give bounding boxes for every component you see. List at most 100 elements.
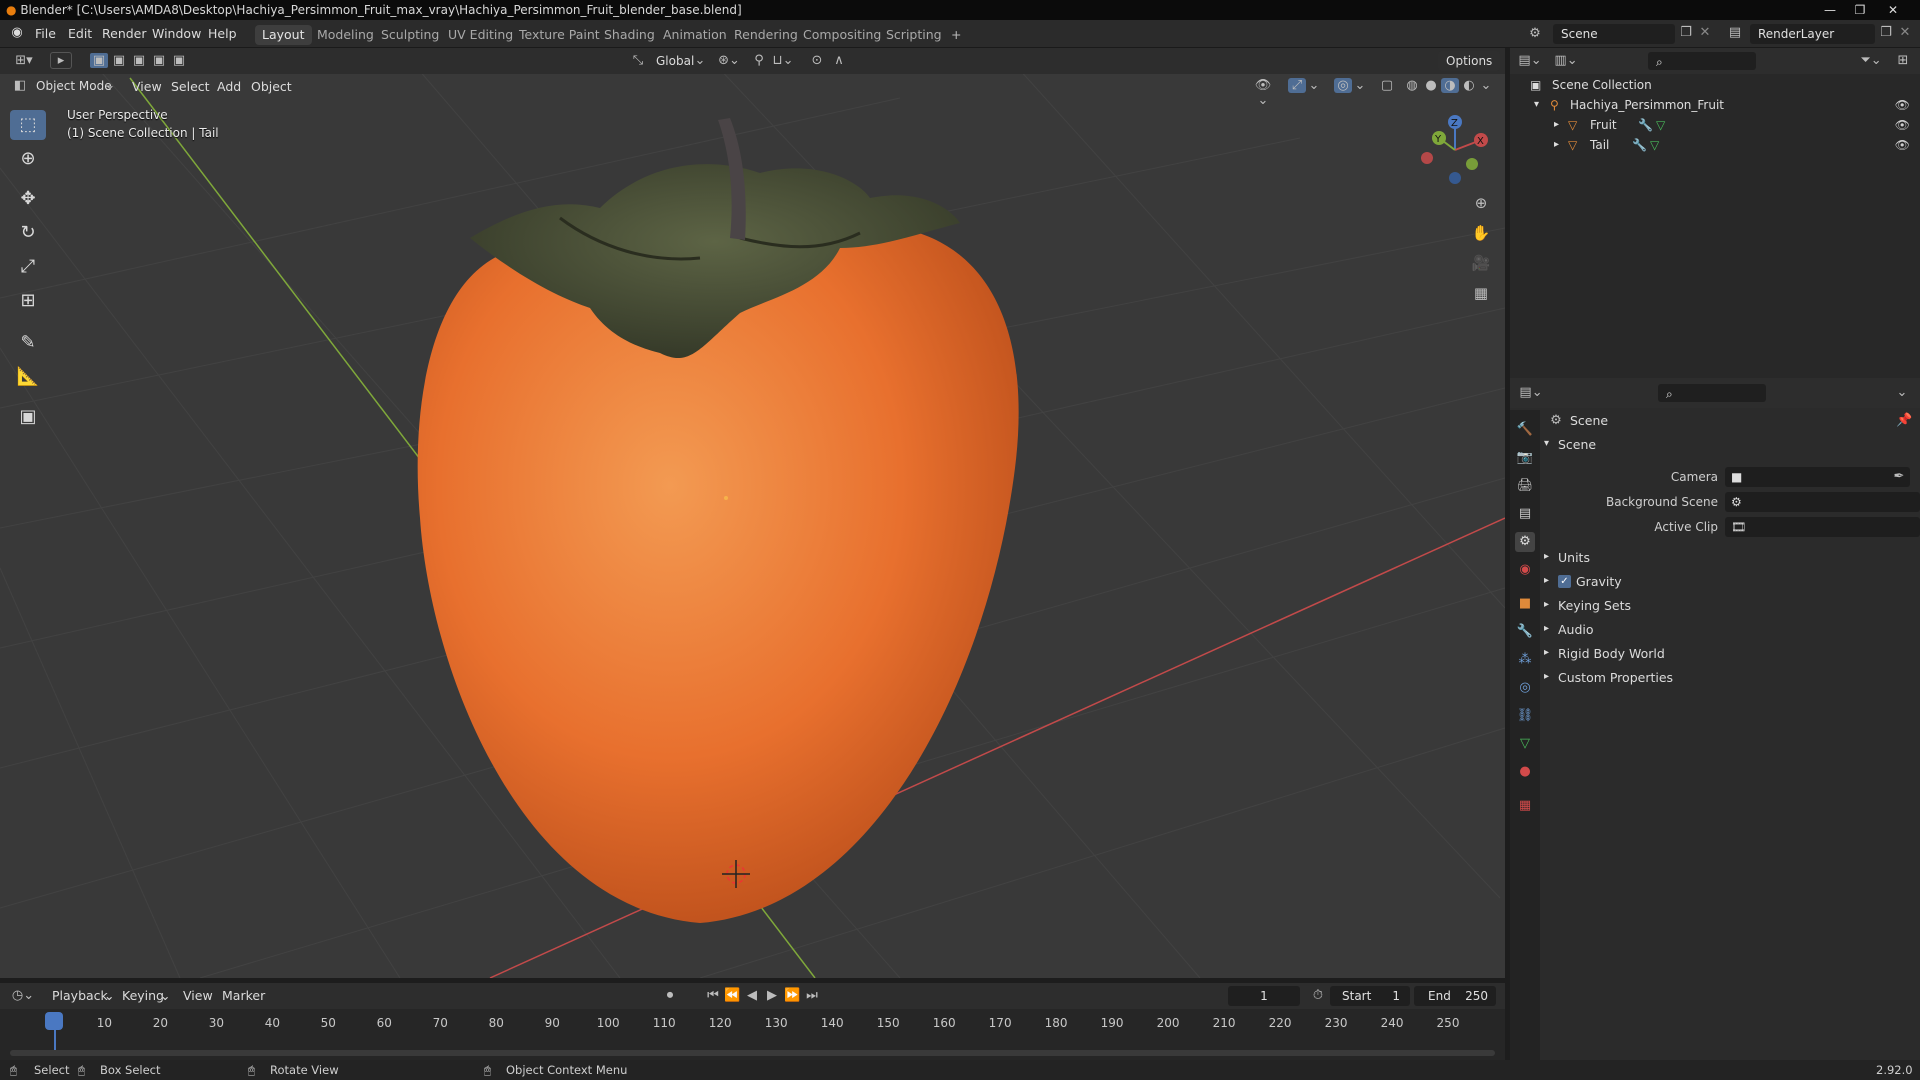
navigation-gizmo[interactable]: Z X Y xyxy=(1415,110,1495,190)
scene-tab-icon[interactable]: ⚙ xyxy=(1515,532,1535,552)
timeline-view-menu[interactable]: View xyxy=(183,987,213,1005)
visibility-eye-icon[interactable]: 👁 xyxy=(1895,95,1910,115)
end-frame-field[interactable]: End 250 xyxy=(1414,986,1496,1006)
display-mode-icon[interactable]: ▥⌄ xyxy=(1554,53,1578,68)
snap-icon[interactable]: ⚲ xyxy=(750,53,768,68)
world-tab-icon[interactable]: ◉ xyxy=(1515,560,1535,580)
scene-panel-arrow-icon[interactable]: ▾ xyxy=(1544,438,1549,449)
new-layer-icon[interactable]: ❐ xyxy=(1878,25,1894,40)
zoom-view-icon[interactable]: ⊕ xyxy=(1470,194,1492,212)
editor-type-icon[interactable]: ⊞▾ xyxy=(10,53,38,68)
new-collection-icon[interactable]: ⊞ xyxy=(1894,53,1912,68)
camera-field[interactable]: ■ xyxy=(1725,467,1910,487)
3d-viewport[interactable] xyxy=(0,48,1505,978)
custom-props-arrow-icon[interactable]: ▸ xyxy=(1544,671,1549,682)
keying-menu[interactable]: Keying xyxy=(122,987,164,1005)
custom-properties-section[interactable]: Custom Properties xyxy=(1558,670,1673,685)
wireframe-shading-icon[interactable]: ◍ xyxy=(1403,78,1421,93)
viewport-menu-add[interactable]: Add xyxy=(217,78,241,96)
tab-compositing[interactable]: Compositing xyxy=(796,25,888,45)
viewport-menu-select[interactable]: Select xyxy=(171,78,210,96)
properties-search-input[interactable]: ⌕ xyxy=(1658,384,1766,402)
modifier-icon[interactable]: 🔧 xyxy=(1638,115,1653,135)
playback-menu[interactable]: Playback xyxy=(52,987,108,1005)
play-icon[interactable]: ▶ xyxy=(764,988,780,1003)
next-keyframe-icon[interactable]: ⏩ xyxy=(784,988,800,1003)
properties-editor-type-icon[interactable]: ▤⌄ xyxy=(1518,385,1544,400)
select-mode-new-icon[interactable]: ▣ xyxy=(90,53,108,68)
object-tab-icon[interactable]: ■ xyxy=(1515,594,1535,614)
start-frame-field[interactable]: Start 1 xyxy=(1330,986,1410,1006)
view-layer-tab-icon[interactable]: ▤ xyxy=(1515,504,1535,524)
viewport-menu-object[interactable]: Object xyxy=(251,78,292,96)
scene-selector[interactable]: Scene xyxy=(1553,24,1675,44)
maximize-button[interactable]: ❐ xyxy=(1845,0,1875,20)
proportional-edit-icon[interactable]: ⊙ xyxy=(808,53,826,68)
tab-rendering[interactable]: Rendering xyxy=(727,25,805,45)
material-shading-icon[interactable]: ◑ xyxy=(1441,78,1459,93)
outliner-row-fruit[interactable]: ▸ ▽ Fruit 🔧 ▽ 👁 xyxy=(1510,115,1920,135)
units-arrow-icon[interactable]: ▸ xyxy=(1544,551,1549,562)
cursor-tool-icon[interactable]: ⊕ xyxy=(10,144,46,174)
add-workspace-button[interactable]: + xyxy=(944,25,968,45)
expand-arrow-icon[interactable]: ▸ xyxy=(1554,115,1559,135)
properties-options-chevron-icon[interactable]: ⌄ xyxy=(1895,385,1909,400)
modifier-icon[interactable]: 🔧 xyxy=(1632,135,1647,155)
active-clip-field[interactable]: 🎞 xyxy=(1725,517,1920,537)
pivot-point-icon[interactable]: ⊛⌄ xyxy=(716,53,742,68)
annotate-tool-icon[interactable]: ✎ xyxy=(10,328,46,358)
gravity-checkbox[interactable]: ✓ xyxy=(1558,575,1571,588)
outliner-row-collection[interactable]: ▾ ⚲ Hachiya_Persimmon_Fruit 👁 xyxy=(1510,95,1920,115)
data-tab-icon[interactable]: ▽ xyxy=(1515,734,1535,754)
gizmo-chevron-icon[interactable]: ⌄ xyxy=(1308,78,1320,93)
tab-scripting[interactable]: Scripting xyxy=(879,25,949,45)
tab-sculpting[interactable]: Sculpting xyxy=(374,25,446,45)
menu-render[interactable]: Render xyxy=(102,26,147,42)
close-button[interactable]: ✕ xyxy=(1878,0,1908,20)
mesh-data-icon[interactable]: ▽ xyxy=(1650,135,1659,155)
jump-end-icon[interactable]: ⏭ xyxy=(804,988,820,1003)
minimize-button[interactable]: — xyxy=(1815,0,1845,20)
audio-section[interactable]: Audio xyxy=(1558,622,1594,637)
measure-tool-icon[interactable]: 📐 xyxy=(10,362,46,392)
menu-help[interactable]: Help xyxy=(208,26,237,42)
options-dropdown[interactable]: Options xyxy=(1438,51,1500,71)
outliner-row-scene-collection[interactable]: ▣ Scene Collection xyxy=(1510,75,1920,95)
jump-start-icon[interactable]: ⏮ xyxy=(705,988,721,1003)
pan-view-icon[interactable]: ✋ xyxy=(1470,224,1492,242)
tab-uv-editing[interactable]: UV Editing xyxy=(441,25,520,45)
viewport-menu-view[interactable]: View xyxy=(132,78,162,96)
gizmo-toggle-icon[interactable]: ⤢ xyxy=(1288,78,1306,93)
select-box-tool-icon[interactable]: ⬚ xyxy=(10,110,46,140)
texture-tab-icon[interactable]: ▦ xyxy=(1515,796,1535,816)
visibility-eye-icon[interactable]: 👁 xyxy=(1895,115,1910,135)
modifiers-tab-icon[interactable]: 🔧 xyxy=(1515,622,1535,642)
select-mode-subtract-icon[interactable]: ▣ xyxy=(130,53,148,68)
add-cube-tool-icon[interactable]: ▣ xyxy=(10,402,46,432)
timeline-scrollbar[interactable] xyxy=(10,1050,1495,1056)
output-tab-icon[interactable]: 🖨 xyxy=(1515,476,1535,496)
blender-menu-icon[interactable]: ◉ xyxy=(8,25,26,40)
rotate-tool-icon[interactable]: ↻ xyxy=(10,218,46,248)
audio-arrow-icon[interactable]: ▸ xyxy=(1544,623,1549,634)
prev-keyframe-icon[interactable]: ⏪ xyxy=(724,988,740,1003)
transform-tool-icon[interactable]: ⊞ xyxy=(10,286,46,316)
gravity-section[interactable]: Gravity xyxy=(1576,574,1622,589)
overlays-chevron-icon[interactable]: ⌄ xyxy=(1354,78,1366,93)
tab-modeling[interactable]: Modeling xyxy=(310,25,381,45)
tab-animation[interactable]: Animation xyxy=(656,25,734,45)
new-scene-icon[interactable]: ❐ xyxy=(1678,25,1694,40)
perspective-toggle-icon[interactable]: ▦ xyxy=(1470,284,1492,302)
delete-scene-icon[interactable]: ✕ xyxy=(1697,25,1713,40)
tab-layout[interactable]: Layout xyxy=(255,25,312,45)
current-frame-field[interactable]: 1 xyxy=(1228,986,1300,1006)
constraints-tab-icon[interactable]: ⛓ xyxy=(1515,706,1535,726)
visibility-icon[interactable]: 👁⌄ xyxy=(1250,78,1276,108)
gravity-arrow-icon[interactable]: ▸ xyxy=(1544,575,1549,586)
tab-texture-paint[interactable]: Texture Paint xyxy=(512,25,607,45)
eyedropper-icon[interactable]: ✒ xyxy=(1891,469,1907,484)
pin-icon[interactable]: 📌 xyxy=(1896,413,1912,428)
playhead[interactable] xyxy=(45,1012,63,1030)
outliner-editor-type-icon[interactable]: ▤⌄ xyxy=(1518,53,1542,68)
solid-shading-icon[interactable]: ● xyxy=(1422,78,1440,93)
